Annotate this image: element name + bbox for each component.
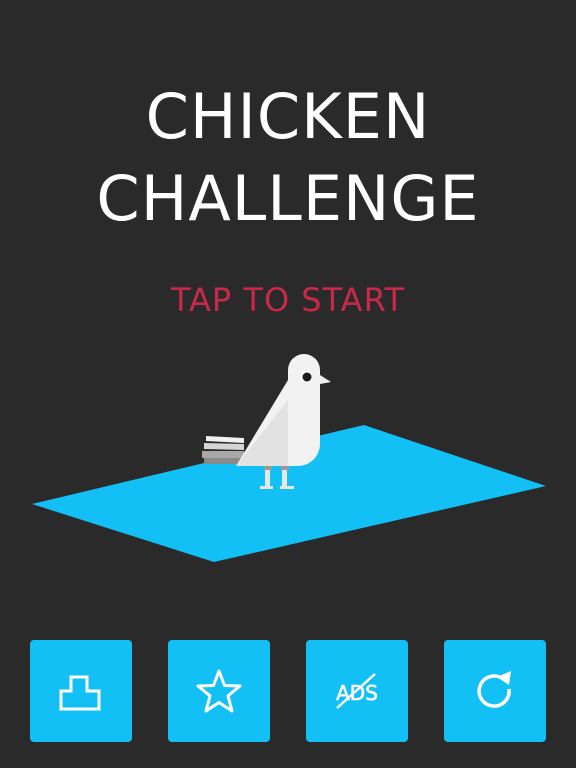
chicken-tail <box>202 436 244 464</box>
no-ads-icon: ADS <box>336 673 378 709</box>
remove-ads-button[interactable]: ADS <box>306 640 408 742</box>
game-title-line-1: CHICKEN <box>145 80 431 153</box>
restart-button[interactable] <box>444 640 546 742</box>
game-scene[interactable] <box>0 340 576 580</box>
chicken-wing <box>236 400 288 466</box>
game-title-line-2: CHALLENGE <box>96 162 480 235</box>
star-icon <box>196 669 242 713</box>
leaderboard-button[interactable] <box>30 640 132 742</box>
chicken-beak <box>320 375 331 384</box>
ads-label: ADS <box>336 681 378 705</box>
restart-icon <box>477 671 511 708</box>
tap-to-start-prompt[interactable]: TAP TO START <box>0 280 576 320</box>
leaderboard-icon <box>59 675 101 711</box>
rate-button[interactable] <box>168 640 270 742</box>
